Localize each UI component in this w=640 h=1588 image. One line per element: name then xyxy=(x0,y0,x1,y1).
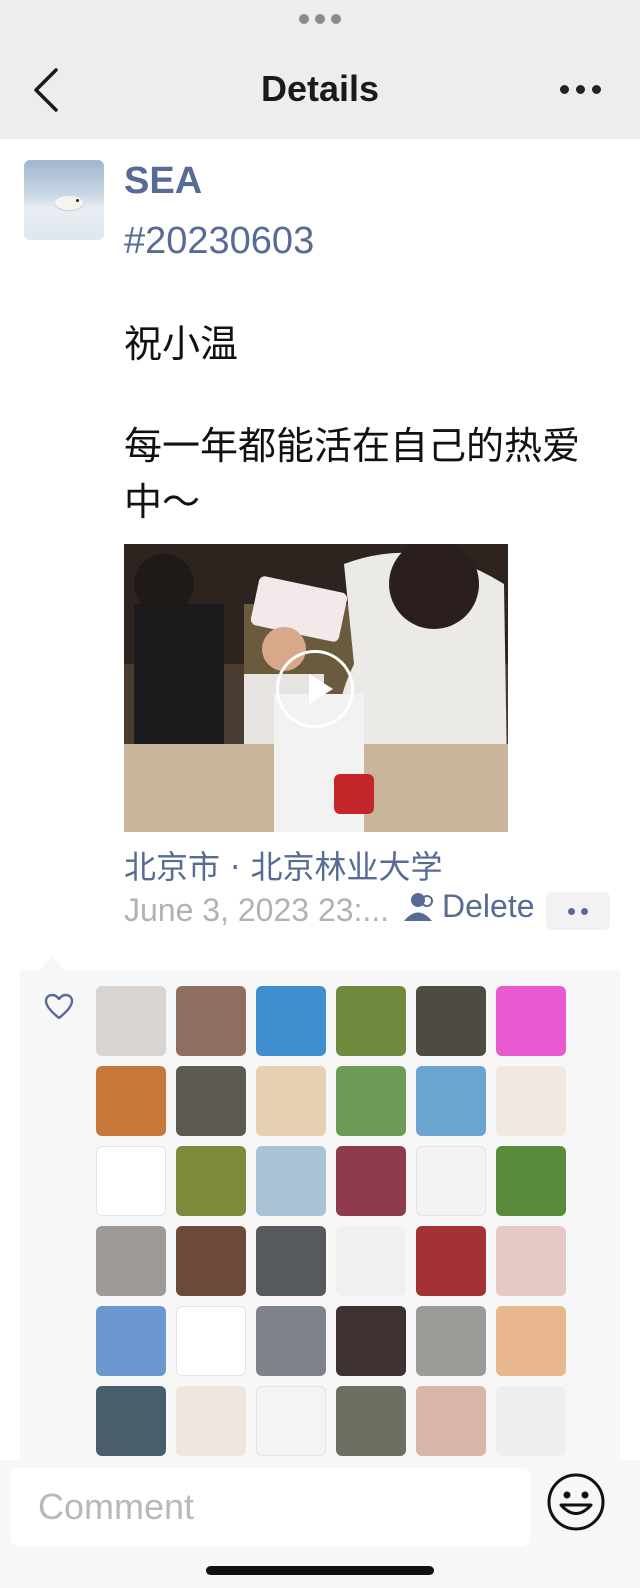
liker-avatar[interactable] xyxy=(496,1066,566,1136)
delete-button[interactable]: Delete xyxy=(404,888,535,925)
liker-avatar[interactable] xyxy=(96,1386,166,1456)
nav-header: Details xyxy=(0,0,640,139)
person-icon xyxy=(404,892,433,921)
liker-avatar[interactable] xyxy=(416,986,486,1056)
liker-avatar[interactable] xyxy=(256,1386,326,1456)
post-hashtag[interactable]: #20230603 xyxy=(124,220,314,263)
author-avatar[interactable] xyxy=(24,160,104,240)
liker-avatar[interactable] xyxy=(416,1386,486,1456)
more-options-button[interactable] xyxy=(560,78,608,100)
liker-avatar[interactable] xyxy=(176,1146,246,1216)
liker-avatar[interactable] xyxy=(256,1226,326,1296)
liker-avatar[interactable] xyxy=(96,1146,166,1216)
page-title: Details xyxy=(260,68,380,109)
liker-avatar[interactable] xyxy=(176,1306,246,1376)
likes-panel xyxy=(20,970,620,1460)
liker-avatar[interactable] xyxy=(96,1306,166,1376)
liker-avatar[interactable] xyxy=(96,1066,166,1136)
post-text-line: 祝小温 xyxy=(124,322,239,366)
post-text-line: 每一年都能活在自己的热爱 xyxy=(124,424,581,468)
comment-bar xyxy=(0,1460,640,1588)
liker-avatar[interactable] xyxy=(256,1146,326,1216)
liker-avatar[interactable] xyxy=(496,1146,566,1216)
liker-avatar[interactable] xyxy=(336,1386,406,1456)
liker-avatar[interactable] xyxy=(256,1066,326,1136)
post-text-line: 中～ xyxy=(124,480,201,524)
liker-avatar[interactable] xyxy=(176,1226,246,1296)
emoji-icon[interactable] xyxy=(546,1472,606,1532)
liker-avatar[interactable] xyxy=(256,986,326,1056)
liker-avatar[interactable] xyxy=(416,1306,486,1376)
liker-avatar[interactable] xyxy=(496,986,566,1056)
post-timestamp: June 3, 2023 23:... xyxy=(124,892,390,928)
liker-avatar[interactable] xyxy=(176,1386,246,1456)
liker-avatar[interactable] xyxy=(336,1306,406,1376)
liker-avatar[interactable] xyxy=(496,1386,566,1456)
home-indicator xyxy=(206,1566,434,1575)
liker-avatar[interactable] xyxy=(416,1066,486,1136)
video-thumbnail[interactable] xyxy=(124,544,508,832)
author-name[interactable]: SEA xyxy=(124,160,202,203)
sheet-grabber[interactable] xyxy=(296,12,344,26)
liker-avatar[interactable] xyxy=(416,1146,486,1216)
liker-avatar[interactable] xyxy=(176,986,246,1056)
liker-avatar[interactable] xyxy=(336,1146,406,1216)
seal-image xyxy=(55,196,83,210)
liker-avatar[interactable] xyxy=(496,1226,566,1296)
liker-avatar[interactable] xyxy=(416,1226,486,1296)
likes-pointer xyxy=(40,956,64,970)
play-icon[interactable] xyxy=(276,650,354,728)
liker-avatar[interactable] xyxy=(336,1066,406,1136)
comment-input[interactable] xyxy=(10,1468,530,1546)
liker-avatar[interactable] xyxy=(496,1306,566,1376)
liker-avatar[interactable] xyxy=(336,986,406,1056)
liker-avatar[interactable] xyxy=(96,1226,166,1296)
liker-avatar-grid xyxy=(96,986,566,1456)
location-link[interactable]: 北京市 · 北京林业大学 xyxy=(124,842,443,888)
heart-icon xyxy=(44,993,74,1020)
liker-avatar[interactable] xyxy=(176,1066,246,1136)
liker-avatar[interactable] xyxy=(336,1226,406,1296)
post-actions-button[interactable] xyxy=(546,892,610,930)
delete-label: Delete xyxy=(442,888,535,924)
liker-avatar[interactable] xyxy=(96,986,166,1056)
liker-avatar[interactable] xyxy=(256,1306,326,1376)
